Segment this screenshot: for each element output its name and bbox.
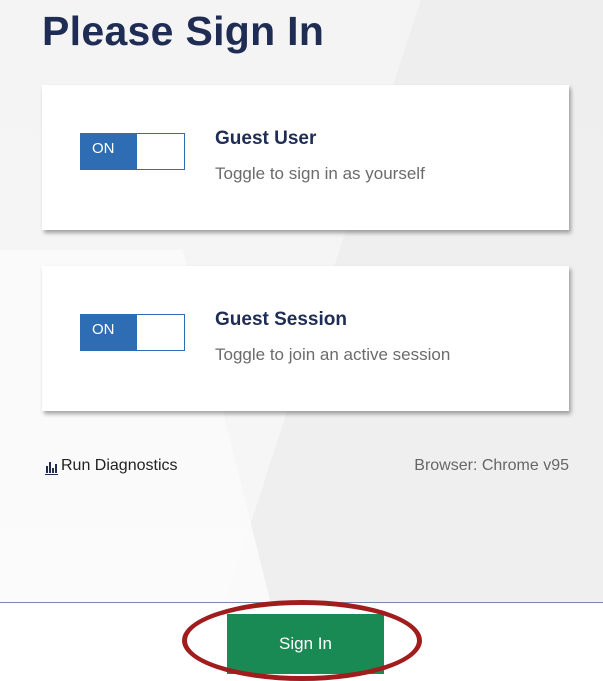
run-diagnostics-link[interactable]: Run Diagnostics bbox=[45, 457, 178, 475]
card-description: Toggle to join an active session bbox=[215, 345, 451, 364]
sign-in-button[interactable]: Sign In bbox=[227, 614, 384, 674]
run-diagnostics-label: Run Diagnostics bbox=[61, 457, 178, 474]
toggle-knob bbox=[137, 134, 184, 169]
toggle-knob bbox=[137, 315, 184, 350]
guest-user-toggle[interactable]: ON bbox=[80, 133, 185, 170]
card-title: Guest User bbox=[215, 128, 317, 149]
bar-chart-icon bbox=[45, 460, 58, 475]
guest-session-toggle[interactable]: ON bbox=[80, 314, 185, 351]
toggle-on-label: ON bbox=[81, 315, 137, 350]
toggle-on-label: ON bbox=[81, 134, 137, 169]
card-title: Guest Session bbox=[215, 309, 347, 330]
page-title: Please Sign In bbox=[42, 8, 325, 54]
guest-session-card: ON Guest Session Toggle to join an activ… bbox=[42, 266, 569, 411]
divider bbox=[0, 602, 603, 603]
guest-user-card: ON Guest User Toggle to sign in as yours… bbox=[42, 85, 569, 230]
card-description: Toggle to sign in as yourself bbox=[215, 164, 425, 183]
browser-info: Browser: Chrome v95 bbox=[414, 457, 569, 474]
